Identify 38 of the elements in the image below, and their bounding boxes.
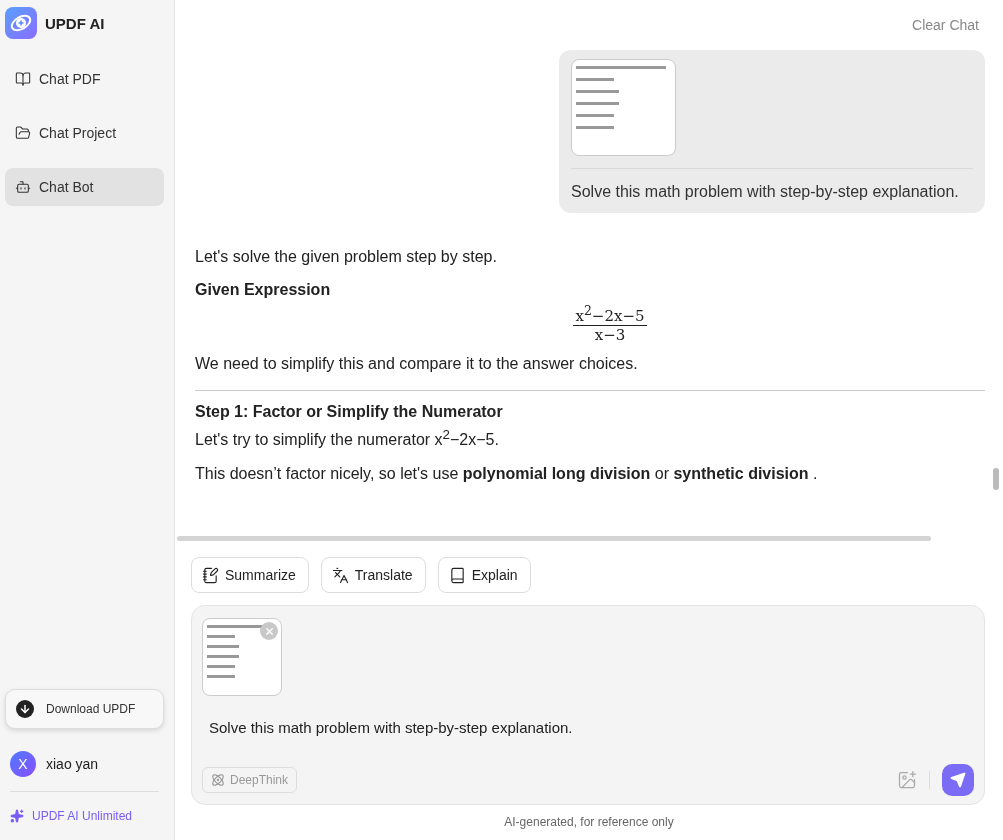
- answer-paragraph: This doesn’t factor nicely, so let's use polynomial long division or synthetic division .: [195, 464, 819, 485]
- book-icon: [448, 566, 466, 584]
- bot-icon: [15, 179, 31, 195]
- section-heading: Given Expression: [195, 281, 332, 299]
- download-icon: [16, 700, 34, 718]
- nav-item[interactable]: Chat PDF: [5, 60, 164, 98]
- folder-icon: [15, 125, 31, 141]
- logo-icon: [5, 7, 37, 39]
- add-image-icon[interactable]: [897, 770, 917, 790]
- send-button[interactable]: [942, 764, 974, 796]
- section-heading: Step 1: Factor or Simplify the Numerator: [195, 403, 504, 421]
- answer-paragraph: Let's try to simplify the numerator x$^{2}$−2x−5.: [195, 426, 500, 451]
- download-button[interactable]: Download UPDF: [5, 689, 164, 729]
- send-icon: [950, 772, 966, 788]
- avatar[interactable]: X: [10, 751, 36, 777]
- atom-icon: [211, 773, 225, 787]
- clear-chat-button[interactable]: Clear Chat: [906, 14, 985, 36]
- answer-paragraph: Let's solve the given problem step by step.: [195, 247, 498, 267]
- message-input[interactable]: Solve this math problem with step-by-step explanation.: [207, 718, 811, 737]
- action-button[interactable]: Translate: [320, 557, 426, 593]
- app-title: UPDF AI: [45, 14, 105, 32]
- plan-link[interactable]: UPDF AI Unlimited: [5, 792, 164, 840]
- message-text: Solve this math problem with step-by-step explanation.: [571, 183, 960, 201]
- nav-item[interactable]: Chat Bot: [5, 168, 164, 206]
- scrollbar[interactable]: [993, 468, 999, 490]
- note-icon: [202, 566, 219, 584]
- disclaimer-text: AI-generated, for reference only: [503, 815, 675, 829]
- user-name: xiao yan: [46, 756, 99, 772]
- action-button[interactable]: Summarize: [191, 557, 309, 593]
- action-button[interactable]: Explain: [437, 557, 531, 593]
- scrollbar[interactable]: [177, 536, 931, 541]
- sparkle-icon: [10, 809, 24, 823]
- translate-icon: [331, 566, 349, 584]
- math-formula: x$^{2}$−2x−5 x−3: [573, 303, 647, 344]
- nav-item[interactable]: Chat Project: [5, 114, 164, 152]
- book-icon: [15, 71, 31, 87]
- answer-paragraph: We need to simplify this and compare it to the answer choices.: [195, 354, 639, 374]
- close-icon: [263, 625, 275, 637]
